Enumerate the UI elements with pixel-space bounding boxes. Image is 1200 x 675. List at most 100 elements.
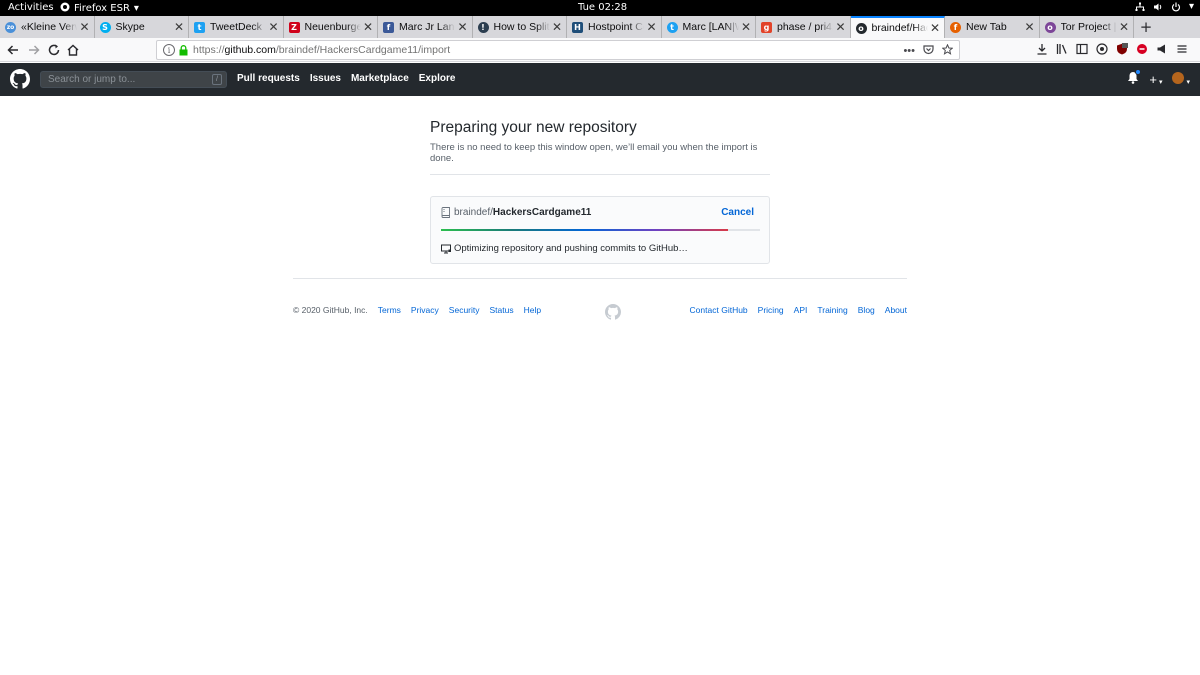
firefox-icon: f — [950, 21, 961, 33]
zeitung-icon: Z — [288, 21, 300, 33]
browser-tab[interactable]: g phase / pri42 ✕ — [756, 16, 851, 38]
sidebar-icon[interactable] — [1076, 43, 1088, 55]
nav-pull-requests[interactable]: Pull requests — [237, 73, 300, 84]
create-new-menu[interactable]: + ▾ — [1149, 72, 1162, 87]
footer-link-blog[interactable]: Blog — [858, 305, 875, 315]
browser-tab[interactable]: H Hostpoint Co ✕ — [567, 16, 662, 38]
system-status-area[interactable]: ▾ — [1135, 1, 1194, 12]
footer-link-help[interactable]: Help — [524, 305, 541, 315]
avatar — [1172, 71, 1185, 84]
device-desktop-icon — [441, 244, 451, 254]
ublock-icon[interactable] — [1116, 43, 1128, 55]
home-button[interactable] — [65, 42, 81, 58]
browser-tab[interactable]: S Skype ✕ — [95, 16, 189, 38]
footer-link-status[interactable]: Status — [490, 305, 514, 315]
github-icon: o — [855, 22, 867, 34]
footer-link-security[interactable]: Security — [449, 305, 480, 315]
gitlab-icon: g — [761, 21, 772, 33]
close-icon[interactable]: ✕ — [741, 20, 751, 34]
footer-link-terms[interactable]: Terms — [378, 305, 401, 315]
close-icon[interactable]: ✕ — [1024, 20, 1034, 34]
close-icon[interactable]: ✕ — [552, 20, 562, 34]
browser-tab[interactable]: Z Neuenburger ✕ — [284, 16, 378, 38]
status-line: Optimizing repository and pushing commit… — [441, 243, 688, 254]
back-button[interactable] — [5, 42, 21, 58]
notifications-bell-icon[interactable] — [1127, 69, 1142, 87]
browser-tab-active[interactable]: o braindef/Hac ✕ — [850, 16, 945, 38]
library-icon[interactable] — [1056, 43, 1068, 55]
url-actions: ••• — [903, 43, 954, 58]
page-subtitle: There is no need to keep this window ope… — [430, 142, 758, 164]
nav-marketplace[interactable]: Marketplace — [351, 73, 409, 84]
footer-link-training[interactable]: Training — [817, 305, 847, 315]
tor-icon: o — [1044, 21, 1056, 33]
close-icon[interactable]: ✕ — [457, 20, 467, 34]
divider — [430, 174, 770, 175]
nav-explore[interactable]: Explore — [419, 73, 456, 84]
address-bar[interactable]: i https://github.com/braindef/HackersCar… — [156, 40, 960, 60]
footer-link-privacy[interactable]: Privacy — [411, 305, 439, 315]
browser-tab[interactable]: f New Tab ✕ — [945, 16, 1040, 38]
tab-strip: zo «Kleine Verw ✕ S Skype ✕ t TweetDeck … — [0, 16, 1200, 38]
footer-link-about[interactable]: About — [885, 305, 907, 315]
footer-link-api[interactable]: API — [794, 305, 808, 315]
firefox-app-icon — [60, 2, 70, 15]
status-text: Optimizing repository and pushing commit… — [454, 243, 688, 254]
menu-icon[interactable] — [1176, 43, 1188, 55]
browser-tab[interactable]: zo «Kleine Verw ✕ — [0, 16, 95, 38]
nav-issues[interactable]: Issues — [310, 73, 341, 84]
import-progress-bar — [441, 229, 760, 231]
tab-title: Marc [LAN|W — [682, 21, 739, 33]
forward-arrow-icon — [29, 45, 40, 55]
bookmark-star-icon[interactable] — [941, 43, 954, 58]
pocket-icon[interactable] — [923, 44, 934, 58]
new-tab-button[interactable]: + — [1134, 16, 1158, 38]
activities-button[interactable]: Activities — [8, 2, 54, 13]
toolbar-right — [1036, 43, 1188, 55]
search-input[interactable]: Search or jump to... / — [40, 71, 227, 88]
tab-title: New Tab — [966, 21, 1007, 33]
close-icon[interactable]: ✕ — [835, 20, 845, 34]
github-mark-icon[interactable] — [605, 304, 621, 325]
user-menu[interactable]: ▾ — [1172, 71, 1190, 87]
twitter-icon: t — [666, 21, 678, 33]
system-top-bar: Activities Firefox ESR ▾ Tue 02:28 ▾ — [0, 0, 1200, 16]
download-icon[interactable] — [1036, 43, 1048, 55]
browser-tab[interactable]: ! How to Split L ✕ — [473, 16, 567, 38]
close-icon[interactable]: ✕ — [363, 20, 373, 34]
megaphone-icon[interactable] — [1156, 43, 1168, 55]
reload-button[interactable] — [46, 42, 62, 58]
skype-icon: S — [99, 21, 111, 33]
close-icon[interactable]: ✕ — [646, 20, 656, 34]
info-icon[interactable]: i — [163, 44, 175, 56]
browser-tab[interactable]: f Marc Jr Lande ✕ — [378, 16, 473, 38]
lock-icon[interactable] — [179, 44, 188, 56]
close-icon[interactable]: ✕ — [79, 20, 89, 34]
cancel-button[interactable]: Cancel — [721, 207, 754, 218]
clock[interactable]: Tue 02:28 — [578, 2, 627, 13]
forward-button[interactable] — [26, 42, 42, 58]
browser-tab[interactable]: t TweetDeck ✕ — [189, 16, 284, 38]
footer-link-contact[interactable]: Contact GitHub — [690, 305, 748, 315]
browser-tab[interactable]: t Marc [LAN|W ✕ — [662, 16, 756, 38]
close-icon[interactable]: ✕ — [174, 20, 184, 34]
close-icon[interactable]: ✕ — [268, 20, 278, 34]
browser-tab[interactable]: o Tor Project | C ✕ — [1040, 16, 1134, 38]
tab-title: braindef/Hac — [871, 22, 928, 34]
github-logo-icon[interactable] — [10, 69, 30, 94]
url-host: github.com — [224, 44, 276, 56]
app-menu[interactable]: Firefox ESR ▾ — [60, 2, 139, 15]
hostpoint-icon: H — [572, 21, 583, 33]
repo-owner[interactable]: braindef/ — [454, 207, 493, 218]
repo-name[interactable]: HackersCardgame11 — [493, 207, 591, 218]
extension-badge-icon[interactable] — [1136, 43, 1148, 55]
repository-line: braindef/HackersCardgame11 — [441, 207, 591, 218]
close-icon[interactable]: ✕ — [930, 21, 940, 35]
chevron-down-icon: ▾ — [1158, 78, 1163, 86]
plus-icon: + — [1139, 18, 1153, 36]
extension-shield-icon[interactable] — [1096, 43, 1108, 55]
close-icon[interactable]: ✕ — [1119, 20, 1129, 34]
page-footer: © 2020 GitHub, Inc. Terms Privacy Securi… — [293, 278, 907, 320]
footer-link-pricing[interactable]: Pricing — [758, 305, 784, 315]
page-actions-icon[interactable]: ••• — [903, 45, 915, 57]
